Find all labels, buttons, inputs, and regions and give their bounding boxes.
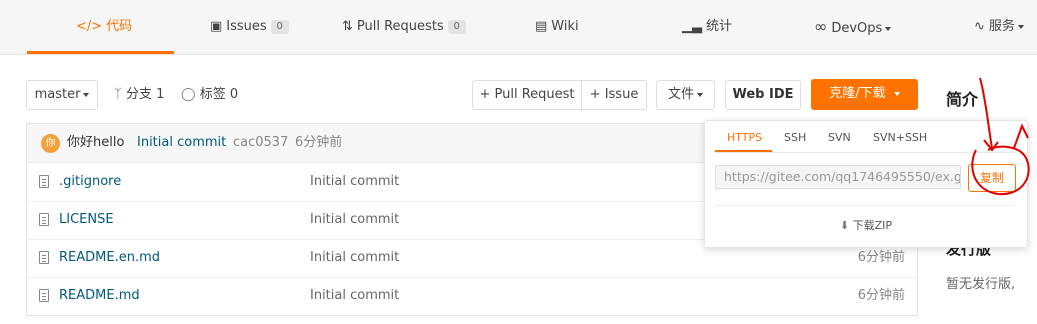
tags-link[interactable]: ◯ 标签 0 (181, 80, 238, 110)
new-issue-button[interactable]: + Issue (581, 80, 647, 110)
issues-icon: ▣ (210, 19, 223, 34)
pull-request-icon: ⇅ (342, 19, 353, 34)
tab-https[interactable]: HTTPS (727, 121, 762, 151)
download-zip-link[interactable]: ⬇ 下载ZIP (705, 217, 1027, 233)
file-commit-message[interactable]: Initial commit (310, 277, 399, 315)
pulse-icon: ∿ (974, 19, 985, 34)
file-commit-message[interactable]: Initial commit (310, 201, 399, 239)
tab-wiki[interactable]: ▤ Wiki (535, 0, 579, 54)
commit-time: 6分钟前 (295, 135, 343, 150)
file-dropdown-button[interactable]: 文件 (656, 80, 715, 110)
branch-icon: ᛉ (114, 87, 122, 102)
chevron-down-icon (893, 91, 900, 96)
file-icon (39, 251, 49, 264)
tab-devops[interactable]: ∞ DevOps (814, 0, 892, 54)
file-dropdown-label: 文件 (667, 87, 694, 102)
tab-issues-label: Issues (226, 19, 267, 34)
tab-ssh[interactable]: SSH (784, 121, 806, 151)
infinity-icon: ∞ (814, 17, 828, 36)
clone-url-input[interactable]: https://gitee.com/qq1746495550/ex.git (715, 165, 961, 189)
commit-message[interactable]: Initial commit (137, 124, 226, 162)
tab-devops-label: DevOps (831, 21, 883, 36)
new-pull-request-button[interactable]: + Pull Request (472, 80, 582, 110)
file-name[interactable]: README.en.md (59, 239, 160, 277)
tab-services[interactable]: ∿ 服务 (974, 0, 1024, 54)
tab-pull-requests-label: Pull Requests (356, 19, 444, 34)
chevron-down-icon (1017, 24, 1024, 29)
chevron-down-icon (83, 92, 90, 97)
table-row[interactable]: README.md Initial commit 6分钟前 (27, 277, 917, 315)
avatar[interactable]: 你 (41, 134, 60, 153)
bar-chart-icon: ▁▃ (682, 19, 702, 34)
file-commit-message[interactable]: Initial commit (310, 239, 399, 277)
pr-count-badge: 0 (447, 19, 466, 34)
sidebar-no-release-text: 暂无发行版, (946, 277, 1016, 292)
branches-label: 分支 1 (125, 87, 165, 102)
commit-hash[interactable]: cac0537 (233, 124, 288, 162)
file-name[interactable]: README.md (59, 277, 140, 315)
tab-svn[interactable]: SVN (828, 121, 851, 151)
tab-code[interactable]: </> 代码 (76, 0, 132, 54)
repo-nav-bar: </> 代码 ▣ Issues 0 ⇅ Pull Requests 0 ▤ Wiki ▁▃ 统… (0, 0, 1037, 55)
file-icon (39, 175, 49, 188)
tab-stats[interactable]: ▁▃ 统计 (682, 0, 732, 54)
file-icon (39, 289, 49, 302)
tab-pull-requests[interactable]: ⇅ Pull Requests 0 (342, 0, 466, 54)
new-pull-request-label: + Pull Request (479, 87, 575, 102)
branches-link[interactable]: ᛉ 分支 1 (114, 80, 164, 110)
web-ide-label: Web IDE (732, 87, 794, 102)
tags-label: 标签 0 (199, 87, 239, 102)
tab-stats-label: 统计 (706, 19, 733, 34)
code-icon: </> (76, 19, 103, 34)
book-icon: ▤ (535, 19, 548, 34)
download-zip-label: 下载ZIP (852, 219, 893, 232)
tab-code-label: 代码 (106, 19, 133, 34)
commit-author[interactable]: 你好hello (67, 124, 124, 162)
web-ide-button[interactable]: Web IDE (725, 80, 801, 110)
clone-download-label: 克隆/下载 (829, 86, 886, 101)
file-icon (39, 213, 49, 226)
chevron-down-icon (885, 26, 892, 31)
active-tab-indicator (27, 51, 174, 54)
chevron-down-icon (697, 92, 703, 97)
tab-wiki-label: Wiki (551, 19, 579, 34)
new-issue-label: + Issue (589, 87, 639, 102)
branch-select[interactable]: master (26, 80, 98, 110)
file-commit-message[interactable]: Initial commit (310, 163, 399, 201)
file-name[interactable]: .gitignore (59, 163, 121, 201)
clone-download-button[interactable]: 克隆/下载 (811, 79, 918, 110)
tab-issues[interactable]: ▣ Issues 0 (210, 0, 289, 54)
tab-svn-ssh[interactable]: SVN+SSH (873, 121, 927, 151)
branch-select-label: master (34, 87, 81, 102)
tag-icon: ◯ (181, 87, 196, 102)
issues-count-badge: 0 (270, 19, 289, 34)
download-icon: ⬇ (839, 219, 850, 232)
file-commit-time: 6分钟前 (857, 288, 905, 303)
tab-services-label: 服务 (988, 19, 1015, 34)
file-name[interactable]: LICENSE (59, 201, 114, 239)
red-annotation-circle-arrow (971, 77, 1030, 196)
